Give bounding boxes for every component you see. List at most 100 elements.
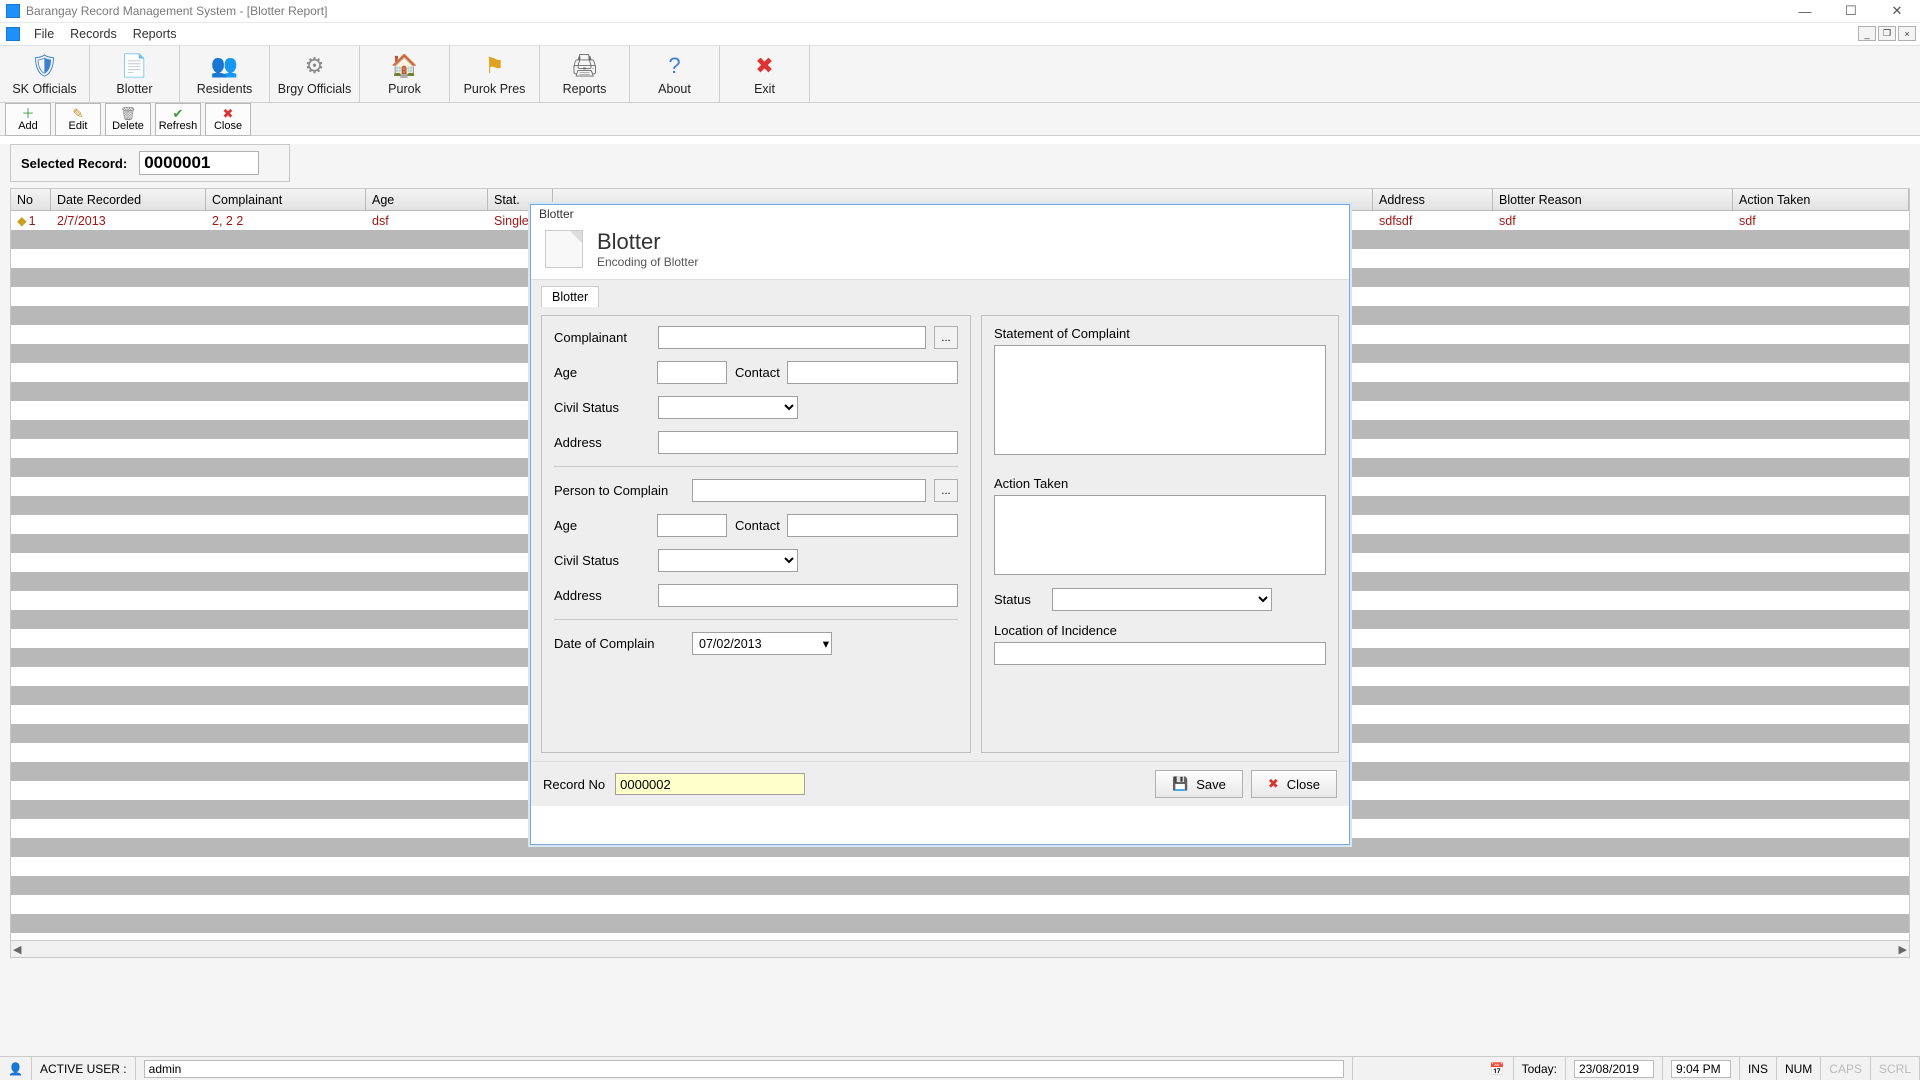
edit-button[interactable]: ✎Edit [55, 103, 101, 136]
brgy-officials-button-icon: ⚙ [301, 52, 329, 80]
refresh-button[interactable]: ✔Refresh [155, 103, 201, 136]
civil-status-select[interactable] [658, 396, 798, 419]
person-browse-button[interactable]: ... [934, 479, 958, 502]
status-select[interactable] [1052, 588, 1272, 611]
residents-button-icon: 👥 [211, 52, 239, 80]
contact2-input[interactable] [787, 514, 958, 537]
user-icon: 👤 [8, 1062, 23, 1076]
caps-indicator: CAPS [1821, 1057, 1871, 1080]
th-age[interactable]: Age [366, 189, 488, 210]
active-user-input[interactable] [144, 1060, 1344, 1078]
th-no[interactable]: No [11, 189, 51, 210]
exit-button-icon: ✖ [751, 52, 779, 80]
complainant-browse-button[interactable]: ... [934, 326, 958, 349]
selected-record-input[interactable] [139, 151, 259, 175]
person-input[interactable] [692, 479, 926, 502]
age2-input[interactable] [657, 514, 727, 537]
menu-records[interactable]: Records [62, 24, 125, 44]
menubar: File Records Reports _ ❐ × [0, 23, 1920, 46]
purok-pres-button[interactable]: ⚑Purok Pres [450, 46, 540, 102]
brgy-officials-button[interactable]: ⚙Brgy Officials [270, 46, 360, 102]
record-no-label: Record No [543, 777, 605, 792]
th-complainant[interactable]: Complainant [206, 189, 366, 210]
address2-label: Address [554, 588, 650, 603]
close-icon: ✖ [1268, 776, 1279, 792]
left-panel: Complainant ... Age Contact Civil Status… [541, 315, 971, 753]
age-input[interactable] [657, 361, 727, 384]
menu-reports[interactable]: Reports [125, 24, 185, 44]
dialog-heading: Blotter [597, 229, 698, 255]
maximize-button[interactable]: ☐ [1828, 0, 1874, 22]
window-title: Barangay Record Management System - [Blo… [26, 4, 327, 18]
purok-button[interactable]: 🏠Purok [360, 46, 450, 102]
complainant-input[interactable] [658, 326, 926, 349]
delete-button[interactable]: 🗑Delete [105, 103, 151, 136]
location-label: Location of Incidence [994, 623, 1326, 638]
close-window-button[interactable]: ✕ [1874, 0, 1920, 22]
mdi-icon [6, 27, 20, 41]
cell-reason: sdf [1493, 211, 1733, 230]
cell-complainant: 2, 2 2 [206, 211, 366, 230]
delete-button-icon: 🗑 [120, 107, 137, 120]
today-date [1574, 1060, 1654, 1078]
blotter-button[interactable]: 📄Blotter [90, 46, 180, 102]
contact-input[interactable] [787, 361, 958, 384]
date-complain-label: Date of Complain [554, 636, 684, 651]
residents-button[interactable]: 👥Residents [180, 46, 270, 102]
menu-file[interactable]: File [26, 24, 62, 44]
save-button[interactable]: 💾 Save [1155, 770, 1243, 798]
sk-officials-button-icon: 🛡 [31, 52, 59, 80]
mdi-restore[interactable]: ❐ [1878, 26, 1896, 41]
reports-button-icon: 🖨 [571, 52, 599, 80]
mdi-close[interactable]: × [1898, 26, 1916, 41]
sub-toolbar: ＋Add✎Edit🗑Delete✔Refresh✖Close [0, 103, 1920, 136]
today-time [1671, 1060, 1731, 1078]
titlebar: Barangay Record Management System - [Blo… [0, 0, 1920, 23]
address-label: Address [554, 435, 650, 450]
mdi-minimize[interactable]: _ [1858, 26, 1876, 41]
close-button[interactable]: ✖Close [205, 103, 251, 136]
today-label: Today: [1514, 1057, 1566, 1080]
statement-textarea[interactable] [994, 345, 1326, 455]
right-panel: Statement of Complaint Action Taken Stat… [981, 315, 1339, 753]
main-toolbar: 🛡SK Officials📄Blotter👥Residents⚙Brgy Off… [0, 46, 1920, 103]
dialog-subheading: Encoding of Blotter [597, 255, 698, 269]
save-icon: 💾 [1172, 776, 1188, 792]
calendar-icon: 📅 [1490, 1062, 1505, 1076]
minimize-button[interactable]: — [1782, 0, 1828, 22]
th-date[interactable]: Date Recorded [51, 189, 206, 210]
action-taken-textarea[interactable] [994, 495, 1326, 575]
civil-status2-label: Civil Status [554, 553, 650, 568]
th-reason[interactable]: Blotter Reason [1493, 189, 1733, 210]
add-button[interactable]: ＋Add [5, 103, 51, 136]
ins-indicator: INS [1740, 1057, 1777, 1080]
dialog-titlebar: Blotter [531, 205, 1349, 223]
purok-pres-button-icon: ⚑ [481, 52, 509, 80]
address-input[interactable] [658, 431, 958, 454]
th-address[interactable]: Address [1373, 189, 1493, 210]
add-button-icon: ＋ [21, 107, 34, 120]
blotter-dialog: Blotter Blotter Encoding of Blotter Blot… [530, 204, 1350, 845]
reports-button[interactable]: 🖨Reports [540, 46, 630, 102]
civil-status2-select[interactable] [658, 549, 798, 572]
dialog-close-button[interactable]: ✖ Close [1251, 770, 1337, 798]
record-no-input[interactable] [615, 773, 805, 795]
sk-officials-button[interactable]: 🛡SK Officials [0, 46, 90, 102]
date-complain-picker[interactable]: 07/02/2013 ▾ [692, 632, 832, 655]
person-label: Person to Complain [554, 483, 684, 498]
action-taken-label: Action Taken [994, 476, 1326, 491]
app-icon [6, 4, 20, 18]
exit-button[interactable]: ✖Exit [720, 46, 810, 102]
cell-date: 2/7/2013 [51, 211, 206, 230]
address2-input[interactable] [658, 584, 958, 607]
about-button[interactable]: ?About [630, 46, 720, 102]
horizontal-scrollbar[interactable]: ◀▶ [11, 940, 1909, 957]
location-input[interactable] [994, 642, 1326, 665]
close-button-icon: ✖ [223, 107, 234, 120]
refresh-button-icon: ✔ [173, 107, 184, 120]
tab-blotter[interactable]: Blotter [541, 286, 599, 307]
status-label: Status [994, 592, 1044, 607]
scrl-indicator: SCRL [1871, 1057, 1920, 1080]
th-action[interactable]: Action Taken [1733, 189, 1909, 210]
selected-record-panel: Selected Record: [10, 144, 290, 182]
